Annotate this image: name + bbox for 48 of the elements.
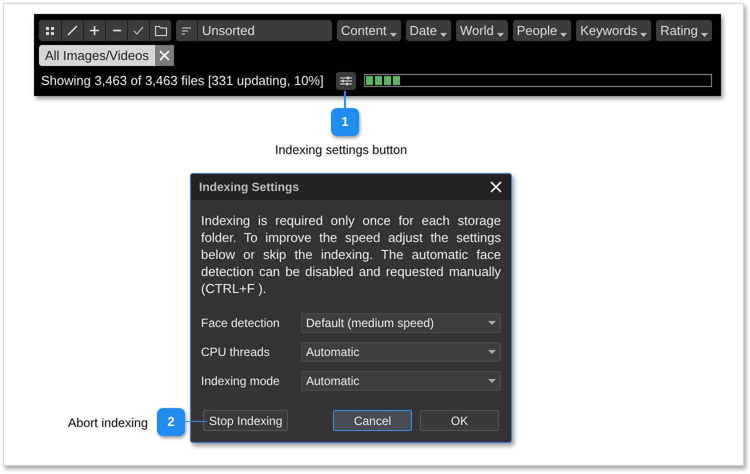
caret-icon [488,379,496,383]
caret-icon [390,33,397,37]
filter-dropdown[interactable]: Keywords [576,20,652,41]
sort-icon [182,26,191,34]
filter-dropdown[interactable]: Date [406,20,452,41]
callout-label: Indexing settings button [275,142,408,159]
folder-icon [154,26,166,36]
callout-badge: 2 [157,408,185,436]
minus-icon [112,29,120,32]
filter-dropdown[interactable]: Rating [656,20,712,41]
leader-line [185,421,207,422]
caret-icon [488,321,496,325]
stop-indexing-button[interactable]: Stop Indexing [203,410,288,431]
close-icon[interactable] [489,180,503,194]
select-dropdown[interactable]: Automatic [301,342,501,362]
field-label: CPU threads [201,344,271,361]
callout-label: Abort indexing [68,415,148,432]
filter-dropdown[interactable]: World [456,20,508,41]
check-icon [133,26,144,35]
plus-icon [89,25,100,36]
dialog-button[interactable]: Cancel [333,410,412,431]
caret-icon [488,350,496,354]
dialog-title: Indexing Settings [199,179,300,196]
sliders-icon [340,76,352,86]
select-value: Automatic [306,373,360,390]
settings-button[interactable] [336,72,356,90]
select-value: Default (medium speed) [306,315,434,332]
grid-icon [45,26,55,36]
select-dropdown[interactable]: Automatic [301,371,501,391]
select-value: Automatic [306,344,360,361]
sort-field[interactable]: Unsorted [176,20,332,41]
sort-value: Unsorted [202,22,255,40]
diagonal-line-icon [67,25,78,36]
status-text: Showing 3,463 of 3,463 files [331 updating, 10%] [41,72,324,90]
field-label: Indexing mode [201,373,281,390]
caret-icon [440,33,448,37]
caret-icon [496,33,504,37]
field-label: Face detection [201,315,281,332]
tag-label: All Images/Videos [44,46,150,65]
callout-badge: 1 [331,108,359,136]
dialog-message: Indexing is required only once for each storage folder. To improve the speed adjust the settings below or skip the indexing. The automatic face detection can be disabled and requested manually (CTRL+F ). [201,212,501,297]
filter-dropdown[interactable]: Content [337,20,401,41]
caret-icon [700,33,708,37]
dialog-button[interactable]: OK [420,410,499,431]
select-dropdown[interactable]: Default (medium speed) [301,313,501,333]
caret-icon [560,33,568,37]
caret-icon [640,33,648,37]
filter-dropdown[interactable]: People [512,20,572,41]
